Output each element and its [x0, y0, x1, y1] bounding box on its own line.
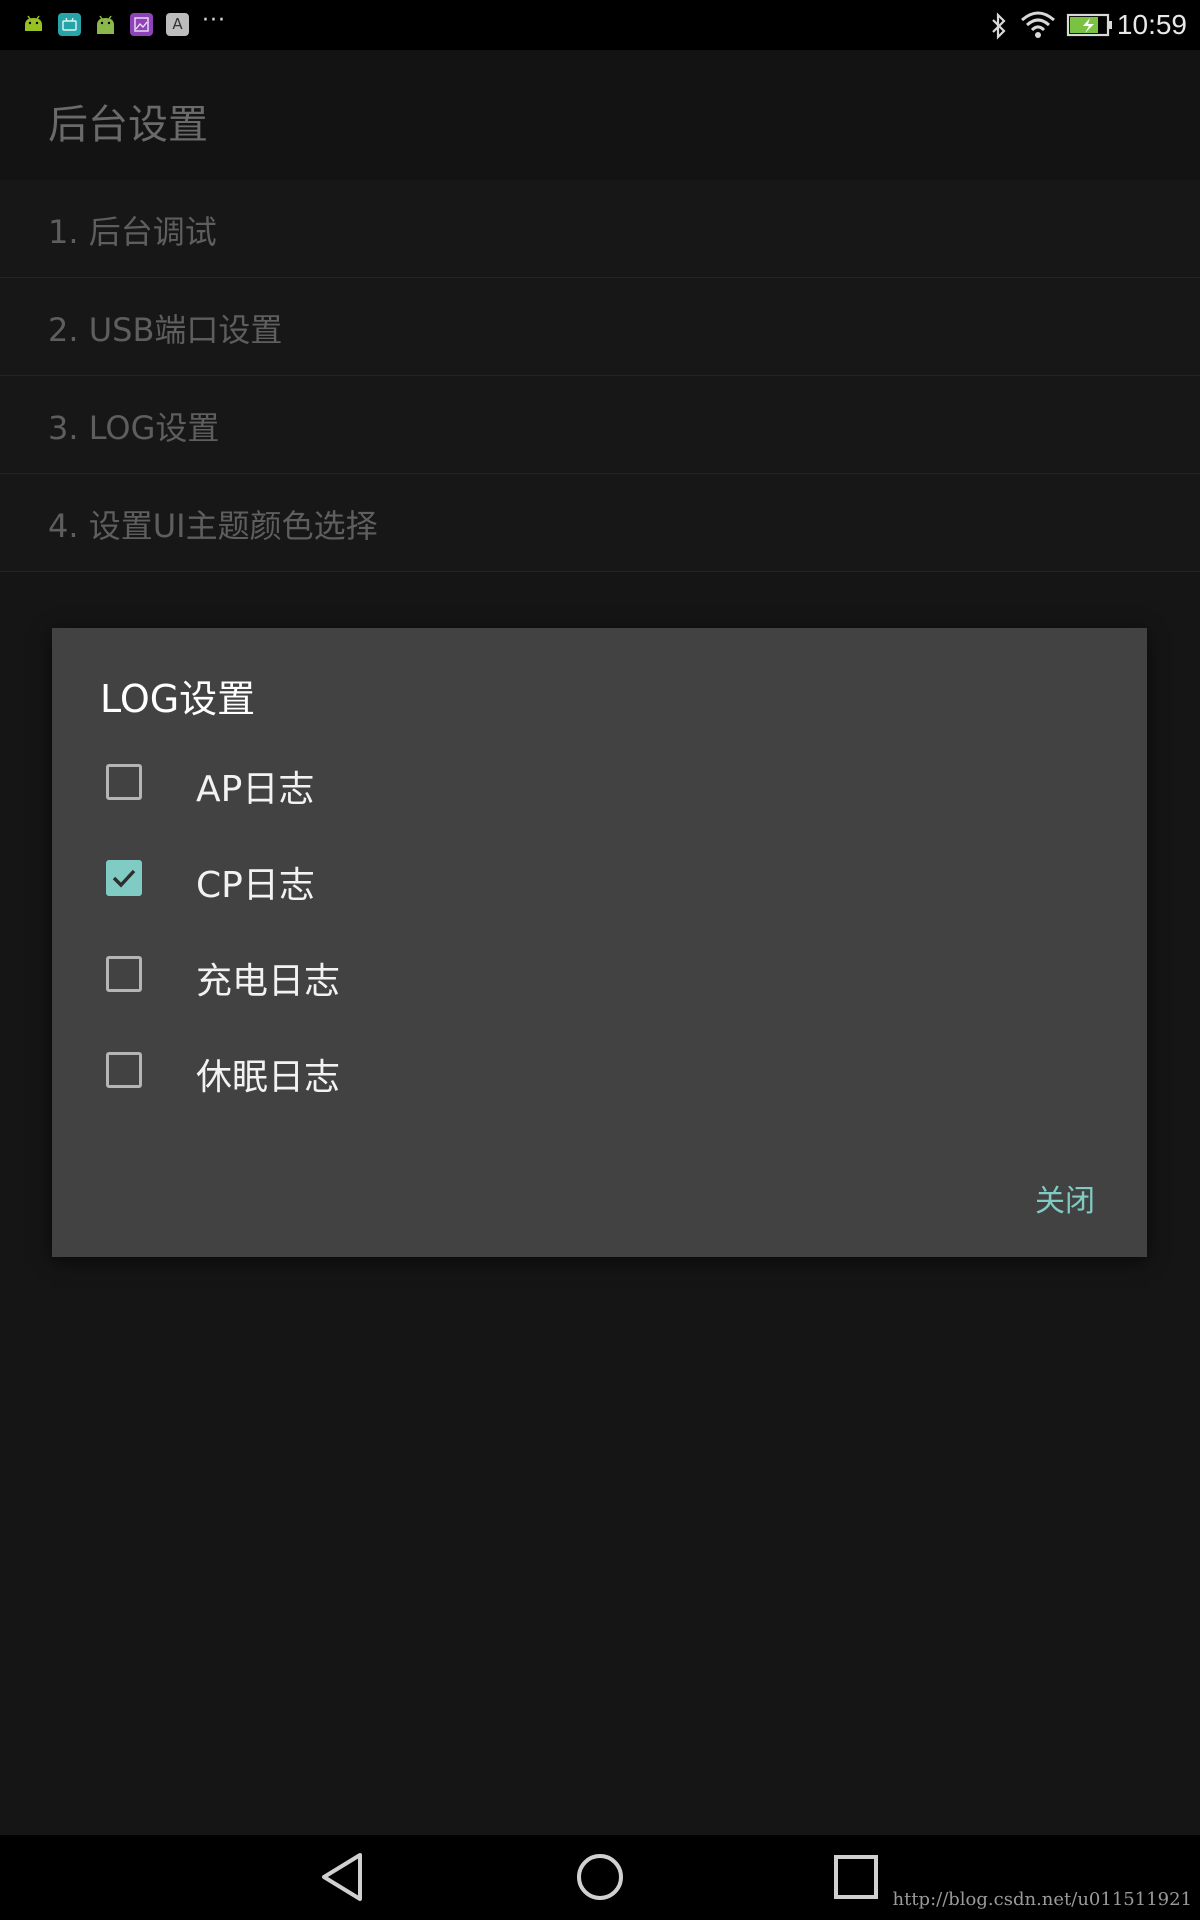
- checkbox[interactable]: [106, 764, 142, 800]
- list-item-label: 3. LOG设置: [48, 409, 220, 447]
- list-item-label: 4. 设置UI主题颜色选择: [48, 507, 378, 545]
- dialog-title: LOG设置: [100, 677, 256, 721]
- checkbox-checked[interactable]: [106, 860, 142, 896]
- option-label: 休眠日志: [196, 1057, 341, 1098]
- font-icon-label: A: [172, 15, 183, 33]
- list-item-label: 1. 后台调试: [48, 213, 217, 251]
- option-charging-log[interactable]: 充电日志: [52, 930, 1147, 1020]
- android-box-icon: [58, 13, 81, 36]
- battery-charging-icon: [1066, 12, 1114, 42]
- checkbox[interactable]: [106, 1052, 142, 1088]
- log-settings-dialog: LOG设置 AP日志 CP日志 充电日志 休眠日志 关闭: [52, 628, 1147, 1257]
- watermark: http://blog.csdn.net/u011511921: [892, 1889, 1193, 1910]
- option-cp-log[interactable]: CP日志: [52, 834, 1147, 924]
- option-label: AP日志: [196, 769, 315, 810]
- list-item-ui-theme-color[interactable]: 4. 设置UI主题颜色选择: [0, 474, 1200, 572]
- bluetooth-icon: [988, 12, 1010, 44]
- option-sleep-log[interactable]: 休眠日志: [52, 1026, 1147, 1116]
- option-label: 充电日志: [196, 961, 341, 1002]
- close-button[interactable]: 关闭: [1035, 1176, 1095, 1220]
- wifi-icon: [1020, 10, 1056, 44]
- gallery-icon: [130, 13, 153, 36]
- android-icon: [22, 13, 45, 36]
- list-item-background-debug[interactable]: 1. 后台调试: [0, 180, 1200, 278]
- navigation-bar: http://blog.csdn.net/u011511921: [0, 1835, 1200, 1920]
- page-title: 后台设置: [48, 102, 208, 148]
- more-notifications-icon: ···: [202, 8, 226, 33]
- home-icon[interactable]: [575, 1851, 625, 1907]
- font-icon: A: [166, 13, 189, 36]
- list-item-log-settings[interactable]: 3. LOG设置: [0, 376, 1200, 474]
- recents-icon[interactable]: [832, 1851, 882, 1907]
- list-item-usb-port-settings[interactable]: 2. USB端口设置: [0, 278, 1200, 376]
- status-bar: A ··· 10:59: [0, 0, 1200, 50]
- check-icon: [112, 869, 136, 888]
- android-icon: [94, 13, 117, 36]
- checkbox[interactable]: [106, 956, 142, 992]
- back-icon[interactable]: [318, 1851, 368, 1907]
- option-label: CP日志: [196, 865, 315, 906]
- status-time: 10:59: [1116, 9, 1187, 40]
- settings-list: 1. 后台调试 2. USB端口设置 3. LOG设置 4. 设置UI主题颜色选…: [0, 180, 1200, 572]
- list-item-label: 2. USB端口设置: [48, 311, 283, 349]
- option-ap-log[interactable]: AP日志: [52, 738, 1147, 828]
- app-bar: 后台设置: [0, 50, 1200, 180]
